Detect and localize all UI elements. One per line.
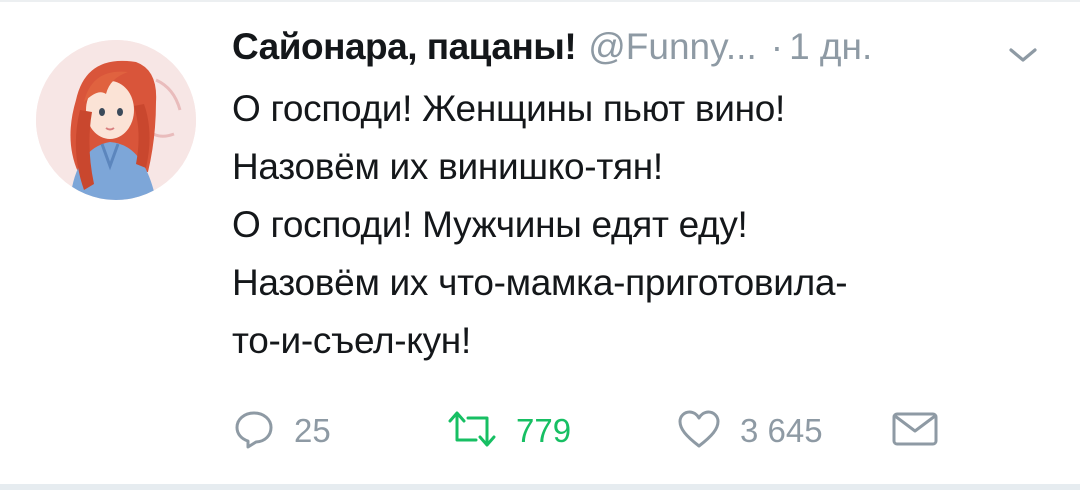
avatar[interactable] xyxy=(36,40,196,200)
top-divider xyxy=(0,0,1080,2)
envelope-icon xyxy=(890,407,940,456)
display-name[interactable]: Сайонара, пацаны! xyxy=(232,26,577,68)
tweet-header: Сайонара, пацаны! @Funny... · 1 дн. xyxy=(232,22,1052,72)
direct-message-button[interactable] xyxy=(890,403,940,459)
tweet-line: Назовём их винишко-тян! xyxy=(232,146,663,187)
like-count: 3 645 xyxy=(740,412,823,449)
reply-count: 25 xyxy=(294,412,331,449)
like-button[interactable]: 3 645 xyxy=(676,403,823,459)
retweet-count: 779 xyxy=(516,412,572,449)
heart-icon xyxy=(676,407,722,456)
tweet-line: Назовём их что-мамка-приготовила- xyxy=(232,262,848,303)
bottom-divider xyxy=(0,484,1080,490)
tweet-line: О господи! Женщины пьют вино! xyxy=(232,88,785,129)
chevron-down-icon[interactable] xyxy=(1006,44,1040,66)
tweet-line: О господи! Мужчины едят еду! xyxy=(232,204,748,245)
retweet-icon xyxy=(446,407,498,456)
timestamp[interactable]: 1 дн. xyxy=(789,26,872,68)
reply-button[interactable]: 25 xyxy=(232,403,331,459)
tweet-text: О господи! Женщины пьют вино! Назовём их… xyxy=(232,80,1042,370)
user-handle[interactable]: @Funny... xyxy=(588,26,757,68)
action-bar: 25 779 3 645 xyxy=(232,403,992,459)
separator-dot: · xyxy=(770,26,784,67)
tweet-card[interactable]: Сайонара, пацаны! @Funny... · 1 дн. О го… xyxy=(0,0,1080,490)
tweet-line: то-и-съел-кун! xyxy=(232,320,471,361)
retweet-button[interactable]: 779 xyxy=(446,403,571,459)
reply-icon xyxy=(232,407,276,456)
